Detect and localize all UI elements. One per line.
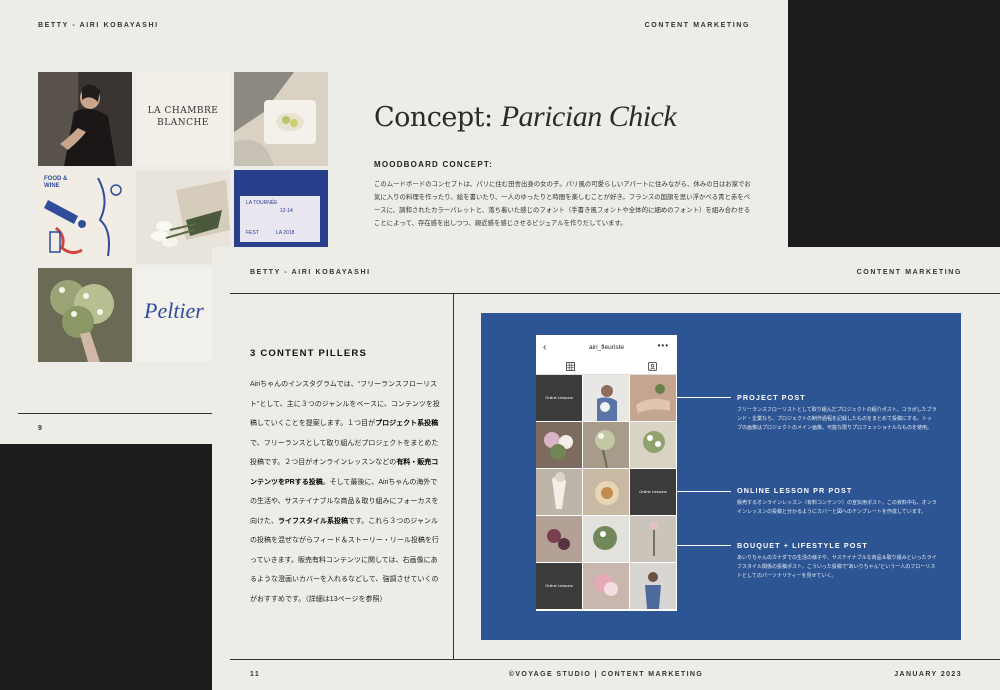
concept-title-italic: Parician Chick <box>500 100 677 133</box>
profile-username: airi_fleuriste <box>588 344 625 351</box>
footer-divider <box>18 413 212 414</box>
profile-tabs <box>536 361 677 375</box>
header-client-name: BETTY - AIRI KOBAYASHI <box>38 22 159 29</box>
content-pillars-page: BETTY - AIRI KOBAYASHI CONTENT MARKETING… <box>212 247 1000 690</box>
moodboard-photo-table <box>234 72 328 166</box>
page-header: BETTY - AIRI KOBAYASHI CONTENT MARKETING <box>250 269 962 281</box>
ticket-date: 12-14 <box>280 208 293 214</box>
content-pillars-body: Airiちゃんのインスタグラムでは、“フリーランスフローリスト”として、主に３つ… <box>250 375 442 609</box>
callout-connector <box>677 491 731 492</box>
moodboard-photo-bouquet <box>38 268 132 362</box>
feed-post-bouquet-3[interactable] <box>630 422 676 468</box>
body-highlight: ライフスタイル系投稿 <box>278 517 348 525</box>
moodboard-logo-peltier: Peltier <box>136 268 212 362</box>
feed-post-hands[interactable] <box>630 375 676 421</box>
body-text: です。これら３つのジャンルの投稿を混ぜながらフィード＆ストーリー・リール投稿を行… <box>250 517 439 603</box>
footer-date: JANUARY 2023 <box>894 671 962 678</box>
footer-divider <box>230 659 1000 660</box>
feed-post-online-lesson-3[interactable]: Online Lessons <box>536 563 582 609</box>
cover-label: Online Lessons <box>545 395 573 400</box>
profile-top-bar: ‹ airi_fleuriste ••• <box>536 335 677 361</box>
feed-post-bouquet-1[interactable] <box>536 422 582 468</box>
feed-post-person[interactable] <box>630 563 676 609</box>
body-highlight: プロジェクト系投稿 <box>375 420 439 427</box>
chambre-text-line1: LA CHAMBRE <box>147 106 219 116</box>
bouquet-lifestyle-post-description: あいりちゃんのカナダでの生活の様子や、サステイナブルな商品＆取り組みといったライ… <box>737 555 937 579</box>
moodboard-illustration-food-wine: FOOD & WINE <box>38 170 132 264</box>
feed-post-pink-bouquet[interactable] <box>583 563 629 609</box>
content-pillars-title: 3 CONTENT PILLERS <box>250 348 367 359</box>
chambre-text-line2: BLANCHE <box>157 118 209 128</box>
online-lesson-post-title: ONLINE LESSON PR POST <box>737 486 853 495</box>
moodboard-photo-woman <box>38 72 132 166</box>
ticket-card: LA TOURNÉE 12-14 FEST LA 2018 <box>240 196 320 242</box>
page-header: BETTY - AIRI KOBAYASHI CONTENT MARKETING <box>38 22 750 34</box>
cover-label: Online Lessons <box>545 583 573 588</box>
ticket-title: LA TOURNÉE <box>246 200 278 206</box>
header-section-name: CONTENT MARKETING <box>644 22 750 29</box>
feed-post-vase[interactable] <box>536 469 582 515</box>
header-section-name: CONTENT MARKETING <box>856 269 962 276</box>
online-lesson-post-description: 販売するオンラインレッスン（有料コンテンツ）の宣伝用ポスト。この資料中も、オンラ… <box>737 500 937 515</box>
concept-title: Concept: Parician Chick <box>374 100 677 134</box>
page-number: 9 <box>38 425 42 432</box>
more-options-icon[interactable]: ••• <box>658 341 669 350</box>
feed-post-bouquet-2[interactable] <box>583 422 629 469</box>
phone-mockup: ‹ airi_fleuriste ••• Online Lessons Onli… <box>536 335 677 611</box>
callout-connector <box>677 545 731 546</box>
concept-title-plain: Concept: <box>374 102 501 133</box>
column-divider <box>453 293 454 659</box>
feed-post-portrait[interactable] <box>583 375 629 421</box>
instagram-feed-grid: Online Lessons Online Lessons Online Les… <box>536 375 677 611</box>
food-wine-text: FOOD & WINE <box>44 176 68 189</box>
feed-post-flowers-dark[interactable] <box>536 516 582 562</box>
header-divider <box>230 293 1000 294</box>
header-client-name: BETTY - AIRI KOBAYASHI <box>250 269 371 276</box>
feed-post-online-lesson-2[interactable]: Online Lessons <box>630 469 676 515</box>
feed-post-stem[interactable] <box>630 516 676 562</box>
cover-label: Online Lessons <box>639 489 667 494</box>
bouquet-lifestyle-post-title: BOUQUET + LIFESTYLE POST <box>737 541 868 550</box>
feed-post-greenery[interactable] <box>583 516 629 562</box>
tagged-icon[interactable] <box>648 362 657 371</box>
page-footer: 11 ©VOYAGE STUDIO | CONTENT MARKETING JA… <box>250 671 962 683</box>
instagram-feed-panel: ‹ airi_fleuriste ••• Online Lessons Onli… <box>481 313 961 640</box>
feed-post-food[interactable] <box>583 469 629 515</box>
grid-icon[interactable] <box>566 362 575 371</box>
moodboard-logo-chambre: LA CHAMBRE BLANCHE <box>136 72 230 166</box>
moodboard-concept-heading: MOODBOARD CONCEPT: <box>374 160 493 169</box>
project-post-title: PROJECT POST <box>737 393 806 402</box>
ticket-year: LA 2018 <box>276 230 295 236</box>
feed-post-online-lesson[interactable]: Online Lessons <box>536 375 582 421</box>
project-post-description: フリーランスフローリストとして取り組んだプロジェクトの紹介ポスト。コラボしたブラ… <box>737 407 937 431</box>
footer-credit: ©VOYAGE STUDIO | CONTENT MARKETING <box>508 671 704 678</box>
peltier-logo-text: Peltier <box>144 298 204 323</box>
moodboard-concept-body: このムードボードのコンセプトは、パリに住む田舎出身の女の子。パリ風の可愛らしいア… <box>374 181 751 227</box>
ticket-fest: FEST <box>246 230 259 236</box>
callout-connector <box>677 397 731 398</box>
